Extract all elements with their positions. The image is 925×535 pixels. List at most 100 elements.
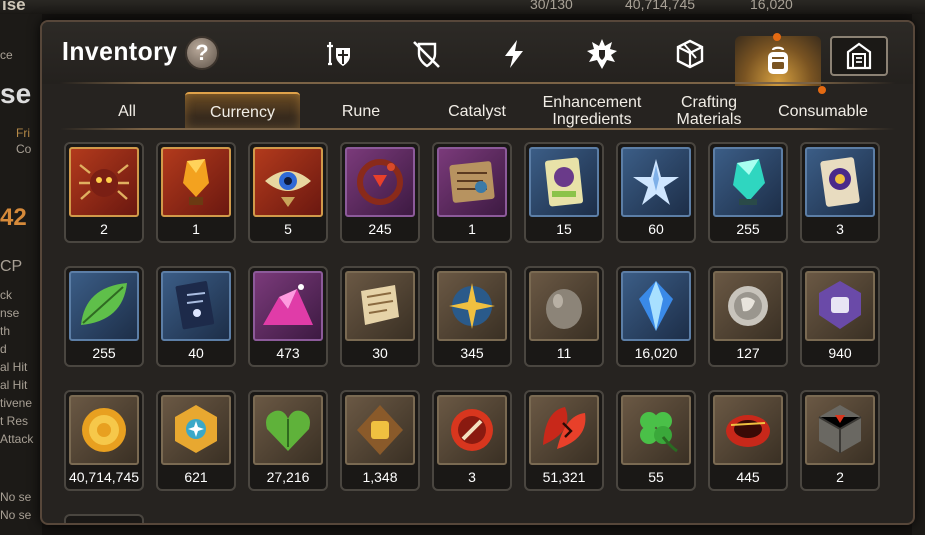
tab-crafting-materials[interactable]: Crafting Materials	[664, 92, 754, 130]
storage-gate-icon	[846, 42, 872, 70]
item-slot-red-swirl-charm[interactable]: 245	[340, 142, 420, 243]
background-hero-panel: ce se Fri Co 42 CP ck nse th d al Hit al…	[0, 14, 42, 535]
red-ring-icon	[713, 395, 783, 465]
item-count: 51,321	[542, 469, 586, 485]
stone-dice-icon	[805, 395, 875, 465]
bg-text: th	[0, 324, 11, 338]
item-count: 127	[736, 345, 760, 361]
item-count: 40,714,745	[68, 469, 140, 485]
item-count: 445	[736, 469, 760, 485]
item-slot-purple-scroll-card[interactable]: 3	[800, 142, 880, 243]
item-slot-red-ring[interactable]: 445	[708, 390, 788, 491]
bg-text: No se	[0, 508, 32, 522]
gold-coin-icon	[69, 395, 139, 465]
item-slot-stone-egg[interactable]: 11	[524, 266, 604, 367]
item-slot-compass-star[interactable]: 345	[432, 266, 512, 367]
red-swirl-charm-icon	[345, 147, 415, 217]
item-count: 255	[736, 221, 760, 237]
tab-forbidden[interactable]	[404, 36, 448, 72]
bg-text: 42	[0, 204, 27, 231]
item-slot-red-leaf-bundle[interactable]: 51,321	[524, 390, 604, 491]
item-count: 16,020	[634, 345, 678, 361]
tab-enhancement-ingredients[interactable]: Enhancement Ingredients	[534, 92, 650, 130]
tab-catalyst[interactable]: Catalyst	[432, 92, 522, 130]
help-button[interactable]: ?	[185, 36, 219, 70]
crystal-gem-icon	[621, 271, 691, 341]
teal-crystal-icon	[713, 147, 783, 217]
inventory-panel: Inventory ? All Currency Rune Catalyst E…	[40, 20, 915, 525]
bg-text: d	[0, 342, 7, 356]
game-top-bar: ise 30/130 40,714,745 16,020	[0, 0, 925, 14]
item-count: 2	[100, 221, 108, 237]
item-slot-silver-coin[interactable]: 127	[708, 266, 788, 367]
lightning-icon	[505, 40, 523, 68]
item-slot-teal-crystal[interactable]: 255	[708, 142, 788, 243]
item-slot-pink-gem-pile[interactable]: 473	[248, 266, 328, 367]
silver-counter: 40,714,745	[625, 0, 696, 12]
item-slot-stone-dice[interactable]: 2	[800, 390, 880, 491]
bg-text: al Hit	[0, 378, 28, 392]
item-count: 473	[276, 345, 300, 361]
consumable-notification-dot	[818, 86, 826, 94]
red-leaf-bundle-icon	[529, 395, 599, 465]
red-cap-icon	[437, 395, 507, 465]
item-slot-amber-crystal[interactable]: 1	[156, 142, 236, 243]
tab-consumable[interactable]: Consumable	[768, 92, 878, 130]
tab-rune[interactable]: Rune	[322, 92, 400, 130]
item-slot-gold-medal[interactable]: 621	[156, 390, 236, 491]
item-count: 40	[188, 345, 204, 361]
item-count: 255	[92, 345, 116, 361]
item-slot-old-scroll[interactable]: 30	[340, 266, 420, 367]
item-slot-partial[interactable]	[64, 514, 144, 523]
item-slot-map-fragment[interactable]: 1	[432, 142, 512, 243]
item-slot-star-shards[interactable]: 60	[616, 142, 696, 243]
inventory-title: Inventory	[62, 36, 178, 66]
tab-boost[interactable]	[492, 36, 536, 72]
fist-crest-icon	[805, 271, 875, 341]
tab-storage[interactable]	[830, 36, 888, 76]
item-slot-purple-card[interactable]: 15	[524, 142, 604, 243]
item-slot-green-leaf[interactable]: 255	[64, 266, 144, 367]
tab-equipment[interactable]	[316, 36, 360, 72]
blue-book-icon	[161, 271, 231, 341]
tab-currency[interactable]: Currency	[185, 92, 300, 130]
burst-shield-icon	[587, 39, 617, 69]
item-slot-crystal-gem[interactable]: 16,020	[616, 266, 696, 367]
pink-gem-pile-icon	[253, 271, 323, 341]
item-count: 345	[460, 345, 484, 361]
compass-star-icon	[437, 271, 507, 341]
item-count: 11	[556, 345, 572, 361]
tab-all[interactable]: All	[92, 92, 162, 130]
item-slot-blue-book[interactable]: 40	[156, 266, 236, 367]
tab-bag[interactable]	[735, 36, 821, 86]
bg-text: CP	[0, 258, 23, 275]
game-title-fragment: ise	[2, 0, 26, 14]
item-slot-green-heart[interactable]: 27,216	[248, 390, 328, 491]
item-slot-spider-mask[interactable]: 2	[64, 142, 144, 243]
bg-text: t Res	[0, 414, 29, 428]
gold-medal-icon	[161, 395, 231, 465]
amber-crystal-icon	[161, 147, 231, 217]
star-shards-icon	[621, 147, 691, 217]
item-count: 1	[468, 221, 476, 237]
bg-text: Attack	[0, 432, 34, 446]
stone-egg-icon	[529, 271, 599, 341]
item-slot-clover[interactable]: 55	[616, 390, 696, 491]
backpack-icon	[768, 46, 788, 74]
item-slot-eye-emblem[interactable]: 5	[248, 142, 328, 243]
bg-text: nse	[0, 306, 20, 320]
eye-emblem-icon	[253, 147, 323, 217]
tab-artifact[interactable]	[580, 36, 624, 72]
header-divider	[60, 82, 895, 84]
item-count: 30	[372, 345, 388, 361]
item-slot-fist-badge[interactable]: 1,348	[340, 390, 420, 491]
sword-shield-icon	[327, 42, 350, 66]
item-slot-fist-crest[interactable]: 940	[800, 266, 880, 367]
gem-counter: 16,020	[750, 0, 793, 12]
inventory-header: Inventory ?	[42, 22, 913, 86]
item-slot-gold-coin[interactable]: 40,714,745	[64, 390, 144, 491]
crossed-shield-icon	[413, 41, 440, 68]
tab-material[interactable]	[668, 36, 712, 72]
bg-text: al Hit	[0, 360, 28, 374]
item-slot-red-cap[interactable]: 3	[432, 390, 512, 491]
